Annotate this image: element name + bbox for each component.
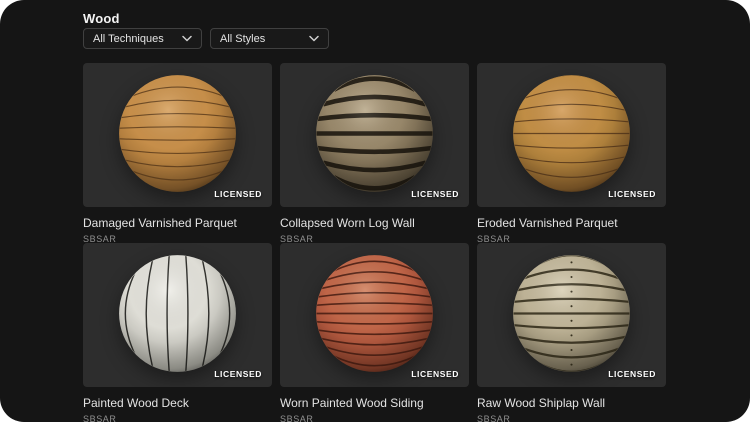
licensed-badge: LICENSED xyxy=(411,189,459,199)
material-card[interactable]: LICENSED Raw Wood Shiplap Wall SBSAR xyxy=(477,243,666,422)
material-thumbnail: LICENSED xyxy=(280,63,469,207)
material-card[interactable]: LICENSED Collapsed Worn Log Wall SBSAR xyxy=(280,63,469,244)
material-card[interactable]: LICENSED Painted Wood Deck SBSAR xyxy=(83,243,272,422)
filter-techniques-dropdown[interactable]: All Techniques xyxy=(83,28,202,49)
material-sphere-preview xyxy=(116,72,239,195)
page-title: Wood xyxy=(83,11,120,26)
material-sphere-preview xyxy=(510,252,633,375)
material-format: SBSAR xyxy=(83,414,117,422)
material-card[interactable]: LICENSED Worn Painted Wood Siding SBSAR xyxy=(280,243,469,422)
materials-grid: LICENSED Damaged Varnished Parquet SBSAR xyxy=(83,63,666,422)
material-card[interactable]: LICENSED Eroded Varnished Parquet SBSAR xyxy=(477,63,666,244)
material-sphere-preview xyxy=(510,72,633,195)
material-name: Raw Wood Shiplap Wall xyxy=(477,396,606,410)
material-thumbnail: LICENSED xyxy=(83,63,272,207)
licensed-badge: LICENSED xyxy=(608,369,656,379)
material-name: Damaged Varnished Parquet xyxy=(83,216,237,230)
material-sphere-preview xyxy=(313,72,436,195)
material-name: Painted Wood Deck xyxy=(83,396,189,410)
licensed-badge: LICENSED xyxy=(214,189,262,199)
material-thumbnail: LICENSED xyxy=(477,63,666,207)
licensed-badge: LICENSED xyxy=(411,369,459,379)
material-card[interactable]: LICENSED Damaged Varnished Parquet SBSAR xyxy=(83,63,272,244)
material-thumbnail: LICENSED xyxy=(280,243,469,387)
licensed-badge: LICENSED xyxy=(608,189,656,199)
assets-panel: Wood All Techniques All Styles LICENSED … xyxy=(0,0,750,422)
material-name: Worn Painted Wood Siding xyxy=(280,396,424,410)
licensed-badge: LICENSED xyxy=(214,369,262,379)
filter-styles-dropdown[interactable]: All Styles xyxy=(210,28,329,49)
material-format: SBSAR xyxy=(477,414,511,422)
material-sphere-preview xyxy=(116,252,239,375)
material-name: Collapsed Worn Log Wall xyxy=(280,216,415,230)
material-name: Eroded Varnished Parquet xyxy=(477,216,618,230)
material-format: SBSAR xyxy=(280,414,314,422)
material-sphere-preview xyxy=(313,252,436,375)
filter-techniques-label: All Techniques xyxy=(93,32,164,45)
material-thumbnail: LICENSED xyxy=(83,243,272,387)
chevron-down-icon xyxy=(309,35,319,42)
material-thumbnail: LICENSED xyxy=(477,243,666,387)
filter-styles-label: All Styles xyxy=(220,32,266,45)
chevron-down-icon xyxy=(182,35,192,42)
